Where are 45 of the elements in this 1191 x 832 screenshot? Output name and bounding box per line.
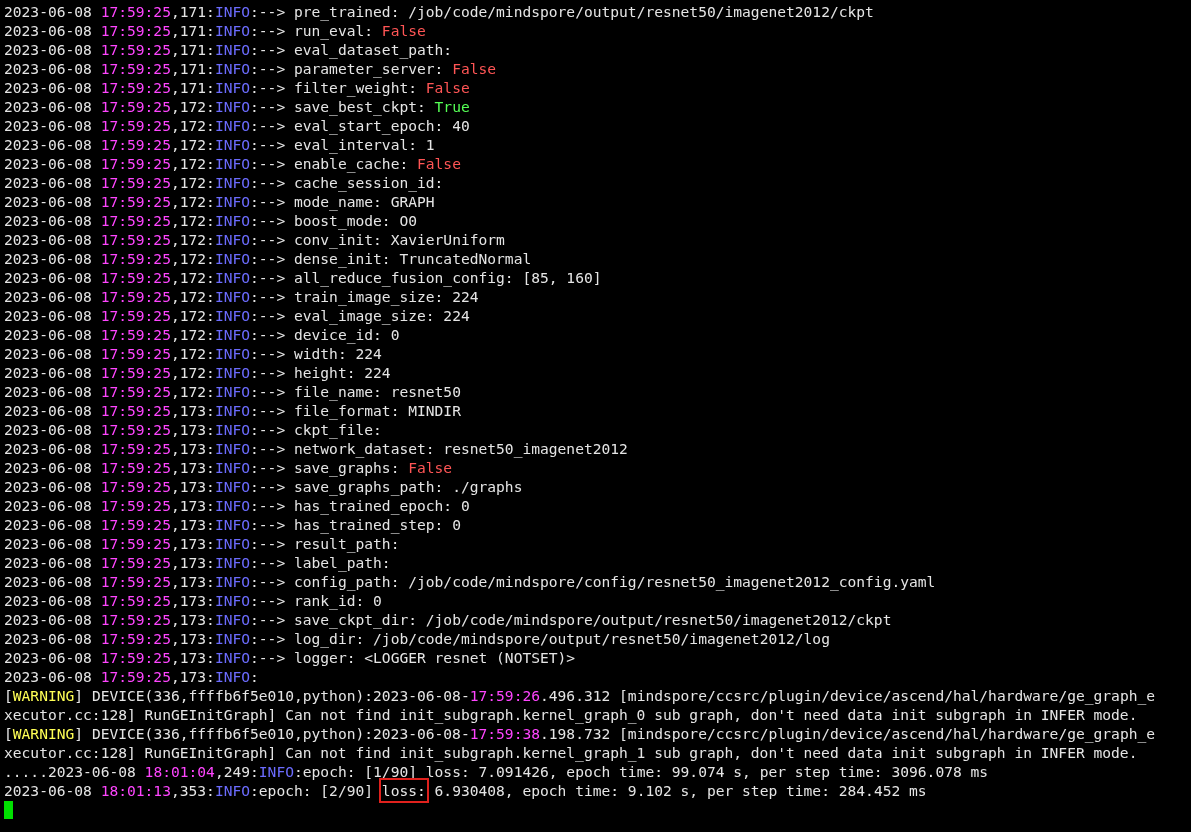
log-line: 2023-06-08 17:59:25,173:INFO:--> save_ckpt_dir: /job/code/mindspore/output/resnet50/imagenet2012/ckpt xyxy=(4,610,892,629)
log-line: 2023-06-08 17:59:25,173:INFO:--> has_trained_step: 0 xyxy=(4,515,461,534)
log-line: 2023-06-08 17:59:25,171:INFO:--> pre_trained: /job/code/mindspore/output/resnet50/imagenet2012/ckpt xyxy=(4,2,874,21)
log-line: 2023-06-08 17:59:25,171:INFO:--> filter_weight: False xyxy=(4,78,470,97)
log-line: 2023-06-08 17:59:25,173:INFO:--> logger: <LOGGER resnet (NOTSET)> xyxy=(4,648,576,667)
log-line: xecutor.cc:128] RunGEInitGraph] Can not find init_subgraph.kernel_graph_1 sub graph, don't need data init subgraph in INFER mode. xyxy=(4,743,1138,762)
log-line: 2023-06-08 17:59:25,173:INFO:--> config_path: /job/code/mindspore/config/resnet50_imagenet2012_config.yaml xyxy=(4,572,936,591)
log-line: .....2023-06-08 18:01:04,249:INFO:epoch: [1/90] loss: 7.091426, epoch time: 99.074 s, per step time: 3096.078 ms xyxy=(4,762,989,781)
log-line: 2023-06-08 17:59:25,173:INFO:--> save_graphs_path: ./graphs xyxy=(4,477,523,496)
log-line: 2023-06-08 17:59:25,173:INFO:--> rank_id: 0 xyxy=(4,591,382,610)
log-line: 2023-06-08 17:59:25,172:INFO:--> all_reduce_fusion_config: [85, 160] xyxy=(4,268,602,287)
log-line: 2023-06-08 17:59:25,172:INFO:--> eval_interval: 1 xyxy=(4,135,435,154)
log-line: 2023-06-08 17:59:25,173:INFO:--> label_path: xyxy=(4,553,391,572)
log-line: 2023-06-08 17:59:25,172:INFO:--> eval_start_epoch: 40 xyxy=(4,116,470,135)
log-line: 2023-06-08 17:59:25,173:INFO:--> network_dataset: resnet50_imagenet2012 xyxy=(4,439,628,458)
log-line: 6.930408, epoch time: 9.102 s, per step time: 284.452 ms xyxy=(433,781,927,800)
log-line: 2023-06-08 17:59:25,172:INFO:--> width: 224 xyxy=(4,344,382,363)
log-line: 2023-06-08 17:59:25,172:INFO:--> boost_mode: O0 xyxy=(4,211,417,230)
log-line: 2023-06-08 17:59:25,172:INFO:--> device_id: 0 xyxy=(4,325,400,344)
log-line: 2023-06-08 17:59:25,172:INFO:--> conv_init: XavierUniform xyxy=(4,230,505,249)
highlighted-text: loss: xyxy=(381,781,426,800)
log-line: xecutor.cc:128] RunGEInitGraph] Can not find init_subgraph.kernel_graph_0 sub graph, don't need data init subgraph in INFER mode. xyxy=(4,705,1138,724)
log-line: 2023-06-08 17:59:25,172:INFO:--> height: 224 xyxy=(4,363,391,382)
log-line: 2023-06-08 17:59:25,173:INFO:--> file_format: MINDIR xyxy=(4,401,461,420)
log-line: 2023-06-08 18:01:13,353:INFO:epoch: [2/90] xyxy=(4,781,375,800)
log-line: 2023-06-08 17:59:25,171:INFO:--> eval_dataset_path: xyxy=(4,40,453,59)
log-line: 2023-06-08 17:59:25,172:INFO:--> cache_session_id: xyxy=(4,173,444,192)
log-line: 2023-06-08 17:59:25,172:INFO:--> enable_cache: False xyxy=(4,154,461,173)
log-line: 2023-06-08 17:59:25,172:INFO:--> eval_image_size: 224 xyxy=(4,306,470,325)
log-line: 2023-06-08 17:59:25,173:INFO:--> log_dir: /job/code/mindspore/output/resnet50/imagenet2012/log xyxy=(4,629,830,648)
log-line: 2023-06-08 17:59:25,173:INFO:--> has_trained_epoch: 0 xyxy=(4,496,470,515)
log-line: 2023-06-08 17:59:25,172:INFO:--> save_best_ckpt: True xyxy=(4,97,470,116)
log-line: 2023-06-08 17:59:25,172:INFO:--> mode_name: GRAPH xyxy=(4,192,435,211)
log-line: 2023-06-08 17:59:25,171:INFO:--> parameter_server: False xyxy=(4,59,497,78)
log-line: 2023-06-08 17:59:25,173:INFO:--> result_path: xyxy=(4,534,400,553)
log-line: [WARNING] DEVICE(336,ffffb6f5e010,python):2023-06-08-17:59:26.496.312 [mindspore/ccsrc/plugin/device/ascend/hal/hardware/ge_graph_e xyxy=(4,686,1156,705)
log-line: 2023-06-08 17:59:25,173:INFO: xyxy=(4,667,259,686)
cursor xyxy=(4,801,13,819)
log-line: 2023-06-08 17:59:25,173:INFO:--> save_graphs: False xyxy=(4,458,453,477)
log-line: 2023-06-08 17:59:25,172:INFO:--> train_image_size: 224 xyxy=(4,287,479,306)
log-line: 2023-06-08 17:59:25,172:INFO:--> dense_init: TruncatedNormal xyxy=(4,249,532,268)
log-line: 2023-06-08 17:59:25,173:INFO:--> ckpt_file: xyxy=(4,420,382,439)
log-line: 2023-06-08 17:59:25,172:INFO:--> file_name: resnet50 xyxy=(4,382,461,401)
log-line: [WARNING] DEVICE(336,ffffb6f5e010,python):2023-06-08-17:59:38.198.732 [mindspore/ccsrc/plugin/device/ascend/hal/hardware/ge_graph_e xyxy=(4,724,1156,743)
log-line: 2023-06-08 17:59:25,171:INFO:--> run_eval: False xyxy=(4,21,426,40)
